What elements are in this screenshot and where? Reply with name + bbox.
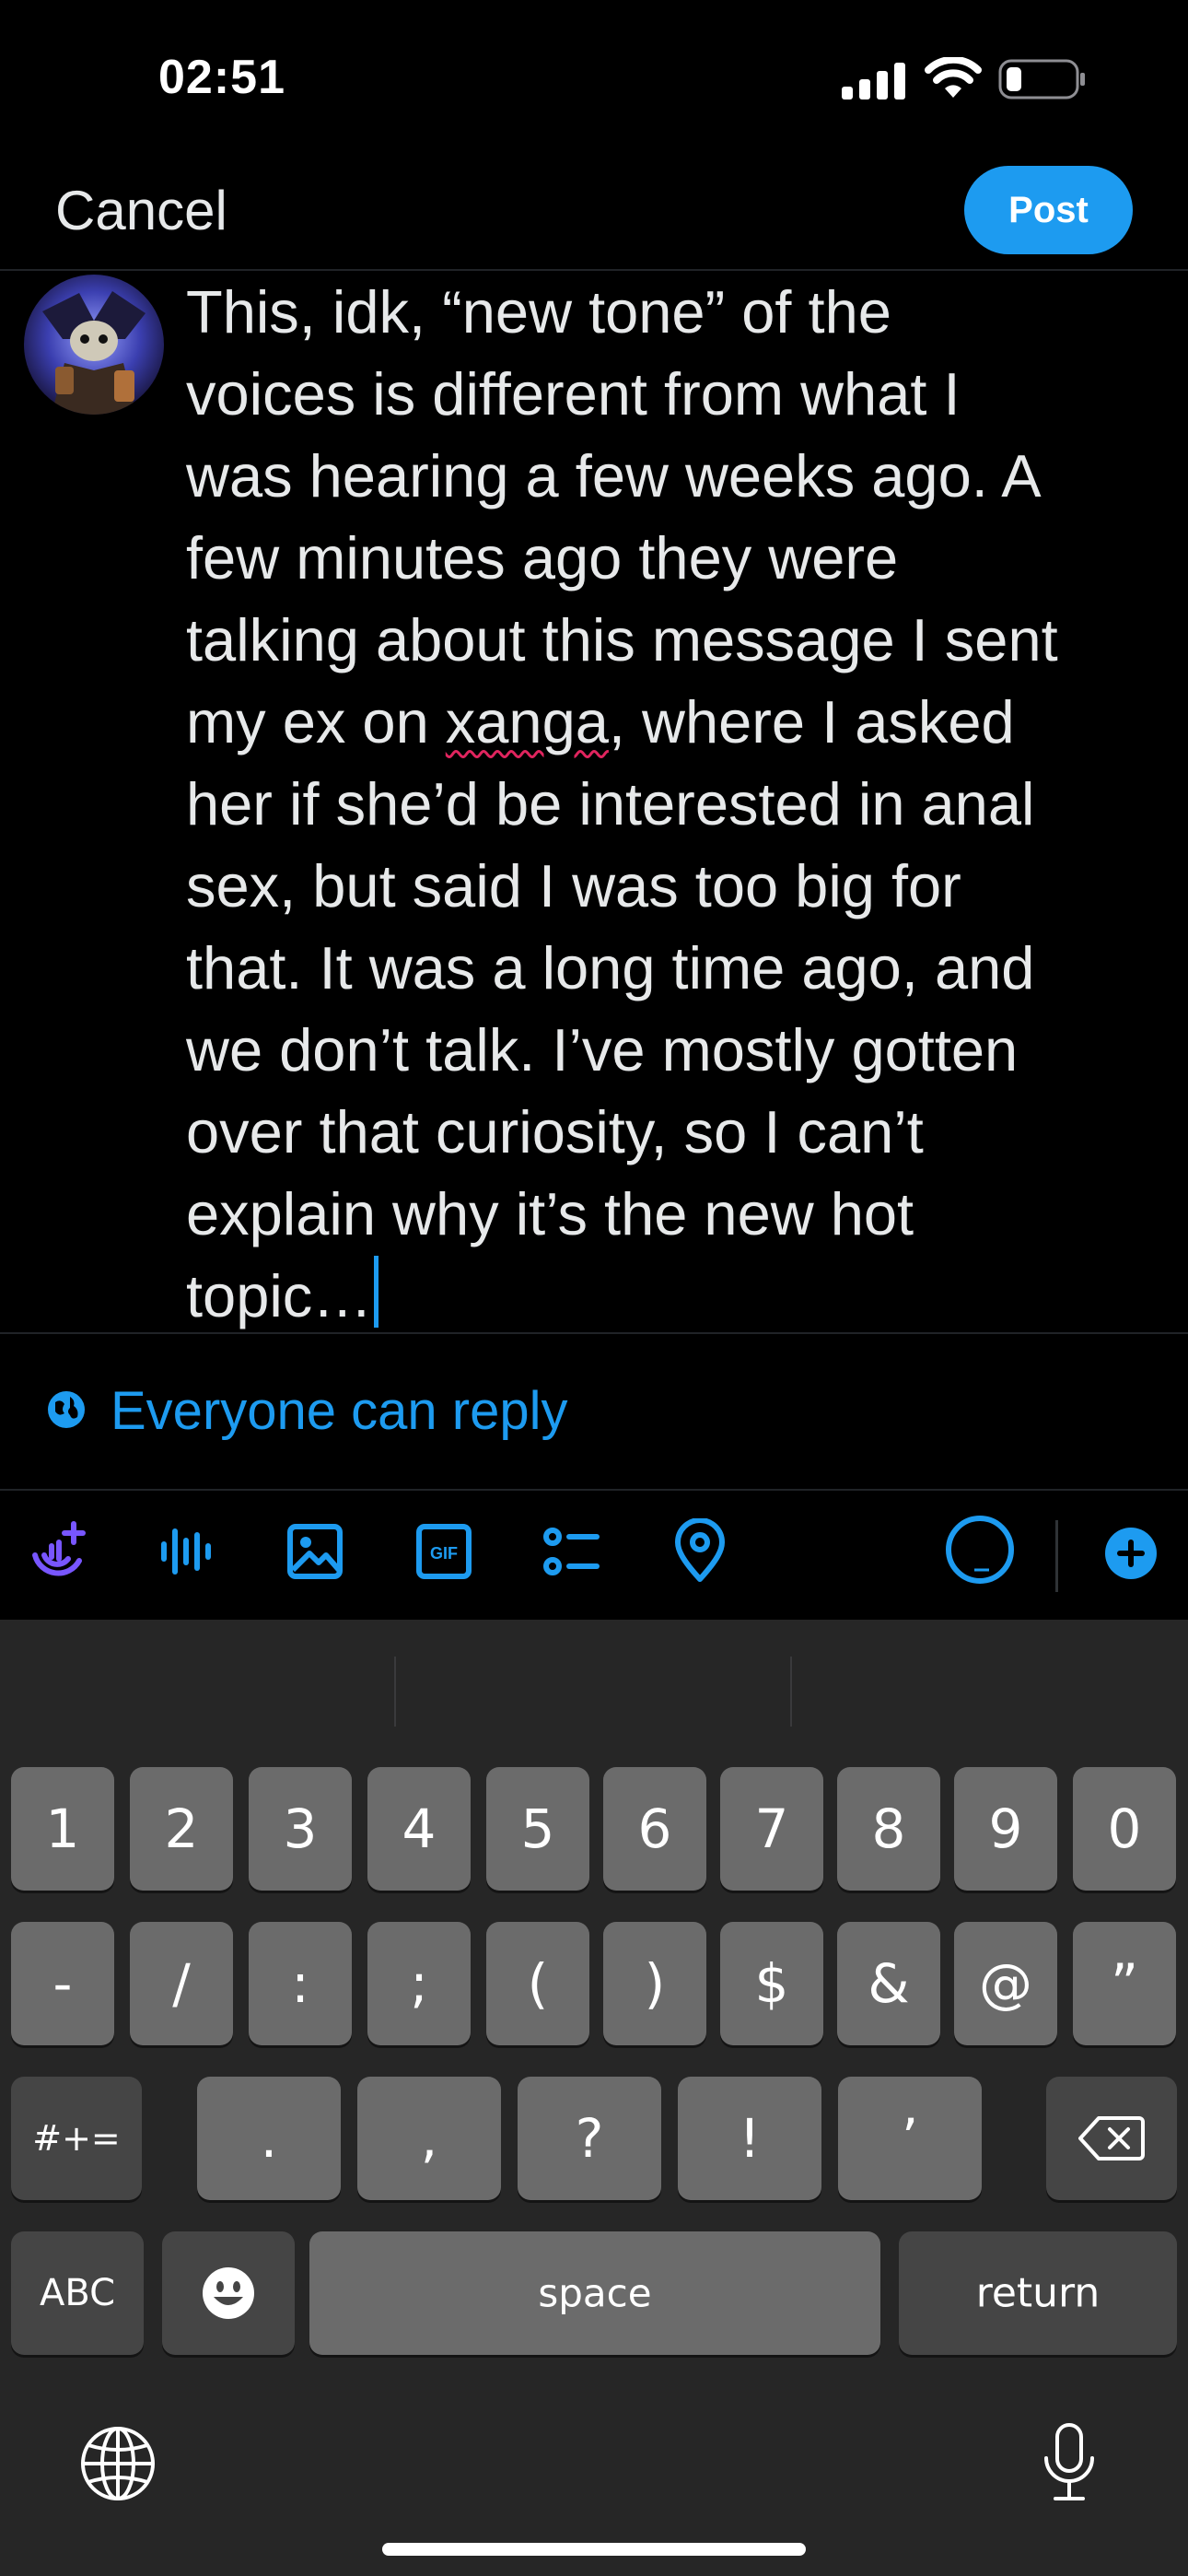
text-line: we don’t talk. I’ve mostly gotten xyxy=(186,1016,1019,1083)
reply-setting-label: Everyone can reply xyxy=(111,1381,568,1441)
key-1[interactable]: 1 xyxy=(11,1767,114,1891)
key-period[interactable]: . xyxy=(197,2077,341,2200)
key-5[interactable]: 5 xyxy=(486,1767,589,1891)
key-abc[interactable]: ABC xyxy=(11,2231,144,2355)
voice-icon[interactable] xyxy=(158,1518,214,1585)
tweet-text-input[interactable]: This, idk, “new tone” of the voices is d… xyxy=(186,271,1162,1337)
misspelled-word[interactable]: xanga xyxy=(446,688,609,755)
key-emoji[interactable] xyxy=(162,2231,295,2355)
text-line: topic… xyxy=(186,1262,373,1329)
key-dollar[interactable]: $ xyxy=(720,1922,823,2045)
key-exclamation[interactable]: ! xyxy=(678,2077,821,2200)
key-close-paren[interactable]: ) xyxy=(603,1922,706,2045)
prediction-divider xyxy=(790,1657,792,1727)
key-at[interactable]: @ xyxy=(954,1922,1057,2045)
key-3[interactable]: 3 xyxy=(249,1767,352,1891)
keyboard: 1 2 3 4 5 6 7 8 9 0 - / : ; ( ) $ & @ ” … xyxy=(0,1620,1188,2576)
backspace-icon xyxy=(1078,2116,1145,2160)
image-icon[interactable] xyxy=(285,1518,344,1585)
key-8[interactable]: 8 xyxy=(837,1767,940,1891)
text-line: talking about this message I sent xyxy=(186,606,1058,673)
key-quote[interactable]: ” xyxy=(1073,1922,1176,2045)
text-line: her if she’d be interested in anal xyxy=(186,770,1035,837)
prediction-divider xyxy=(394,1657,396,1727)
key-4[interactable]: 4 xyxy=(367,1767,471,1891)
spaces-icon[interactable] xyxy=(28,1518,88,1585)
post-button[interactable]: Post xyxy=(964,166,1133,254)
text-cursor xyxy=(374,1256,379,1328)
key-2[interactable]: 2 xyxy=(130,1767,233,1891)
avatar[interactable] xyxy=(24,275,164,415)
cellular-signal-icon xyxy=(842,63,905,100)
globe-icon[interactable] xyxy=(79,2425,157,2502)
status-bar: 02:51 xyxy=(0,0,1188,157)
gif-icon-text: GIF xyxy=(430,1544,458,1563)
key-apostrophe[interactable]: ’ xyxy=(838,2077,982,2200)
microphone-icon[interactable] xyxy=(1041,2421,1098,2504)
composer: This, idk, “new tone” of the voices is d… xyxy=(0,271,1188,1332)
wifi-icon xyxy=(925,57,982,98)
key-6[interactable]: 6 xyxy=(603,1767,706,1891)
emoji-icon xyxy=(203,2267,254,2319)
toolbar-divider xyxy=(1055,1520,1058,1592)
key-space[interactable]: space xyxy=(309,2231,880,2355)
character-count-ring-icon xyxy=(946,1516,1014,1584)
key-9[interactable]: 9 xyxy=(954,1767,1057,1891)
text-line: over that curiosity, so I can’t xyxy=(186,1098,924,1165)
key-open-paren[interactable]: ( xyxy=(486,1922,589,2045)
key-symbols-toggle[interactable]: #+= xyxy=(11,2077,142,2200)
key-slash[interactable]: / xyxy=(130,1922,233,2045)
battery-icon xyxy=(998,59,1085,100)
poll-icon[interactable] xyxy=(542,1518,602,1585)
globe-icon xyxy=(48,1391,85,1428)
status-time: 02:51 xyxy=(158,51,285,104)
key-colon[interactable]: : xyxy=(249,1922,352,2045)
key-0[interactable]: 0 xyxy=(1073,1767,1176,1891)
text-line: my ex on xyxy=(186,688,446,755)
key-comma[interactable]: , xyxy=(357,2077,501,2200)
text-line: voices is different from what I xyxy=(186,360,961,427)
text-line: that. It was a long time ago, and xyxy=(186,934,1035,1001)
text-line: This, idk, “new tone” of the xyxy=(186,278,891,345)
text-line: few minutes ago they were xyxy=(186,524,899,591)
cancel-button[interactable]: Cancel xyxy=(55,179,227,242)
reply-setting[interactable]: Everyone can reply xyxy=(0,1332,1188,1491)
text-line: was hearing a few weeks ago. A xyxy=(186,442,1042,509)
key-return[interactable]: return xyxy=(899,2231,1177,2355)
compose-toolbar: GIF xyxy=(0,1489,1188,1620)
key-delete[interactable] xyxy=(1046,2077,1177,2200)
key-semicolon[interactable]: ; xyxy=(367,1922,471,2045)
gif-icon[interactable]: GIF xyxy=(414,1518,473,1585)
location-icon[interactable] xyxy=(672,1518,728,1585)
key-question[interactable]: ? xyxy=(518,2077,661,2200)
key-ampersand[interactable]: & xyxy=(837,1922,940,2045)
add-thread-icon[interactable] xyxy=(1103,1526,1159,1581)
home-indicator[interactable] xyxy=(382,2543,806,2556)
key-7[interactable]: 7 xyxy=(720,1767,823,1891)
compose-header: Cancel Post xyxy=(0,157,1188,271)
text-line: sex, but said I was too big for xyxy=(186,852,961,919)
text-line: , where I asked xyxy=(608,688,1015,755)
text-line: explain why it’s the new hot xyxy=(186,1180,914,1247)
key-hyphen[interactable]: - xyxy=(11,1922,114,2045)
